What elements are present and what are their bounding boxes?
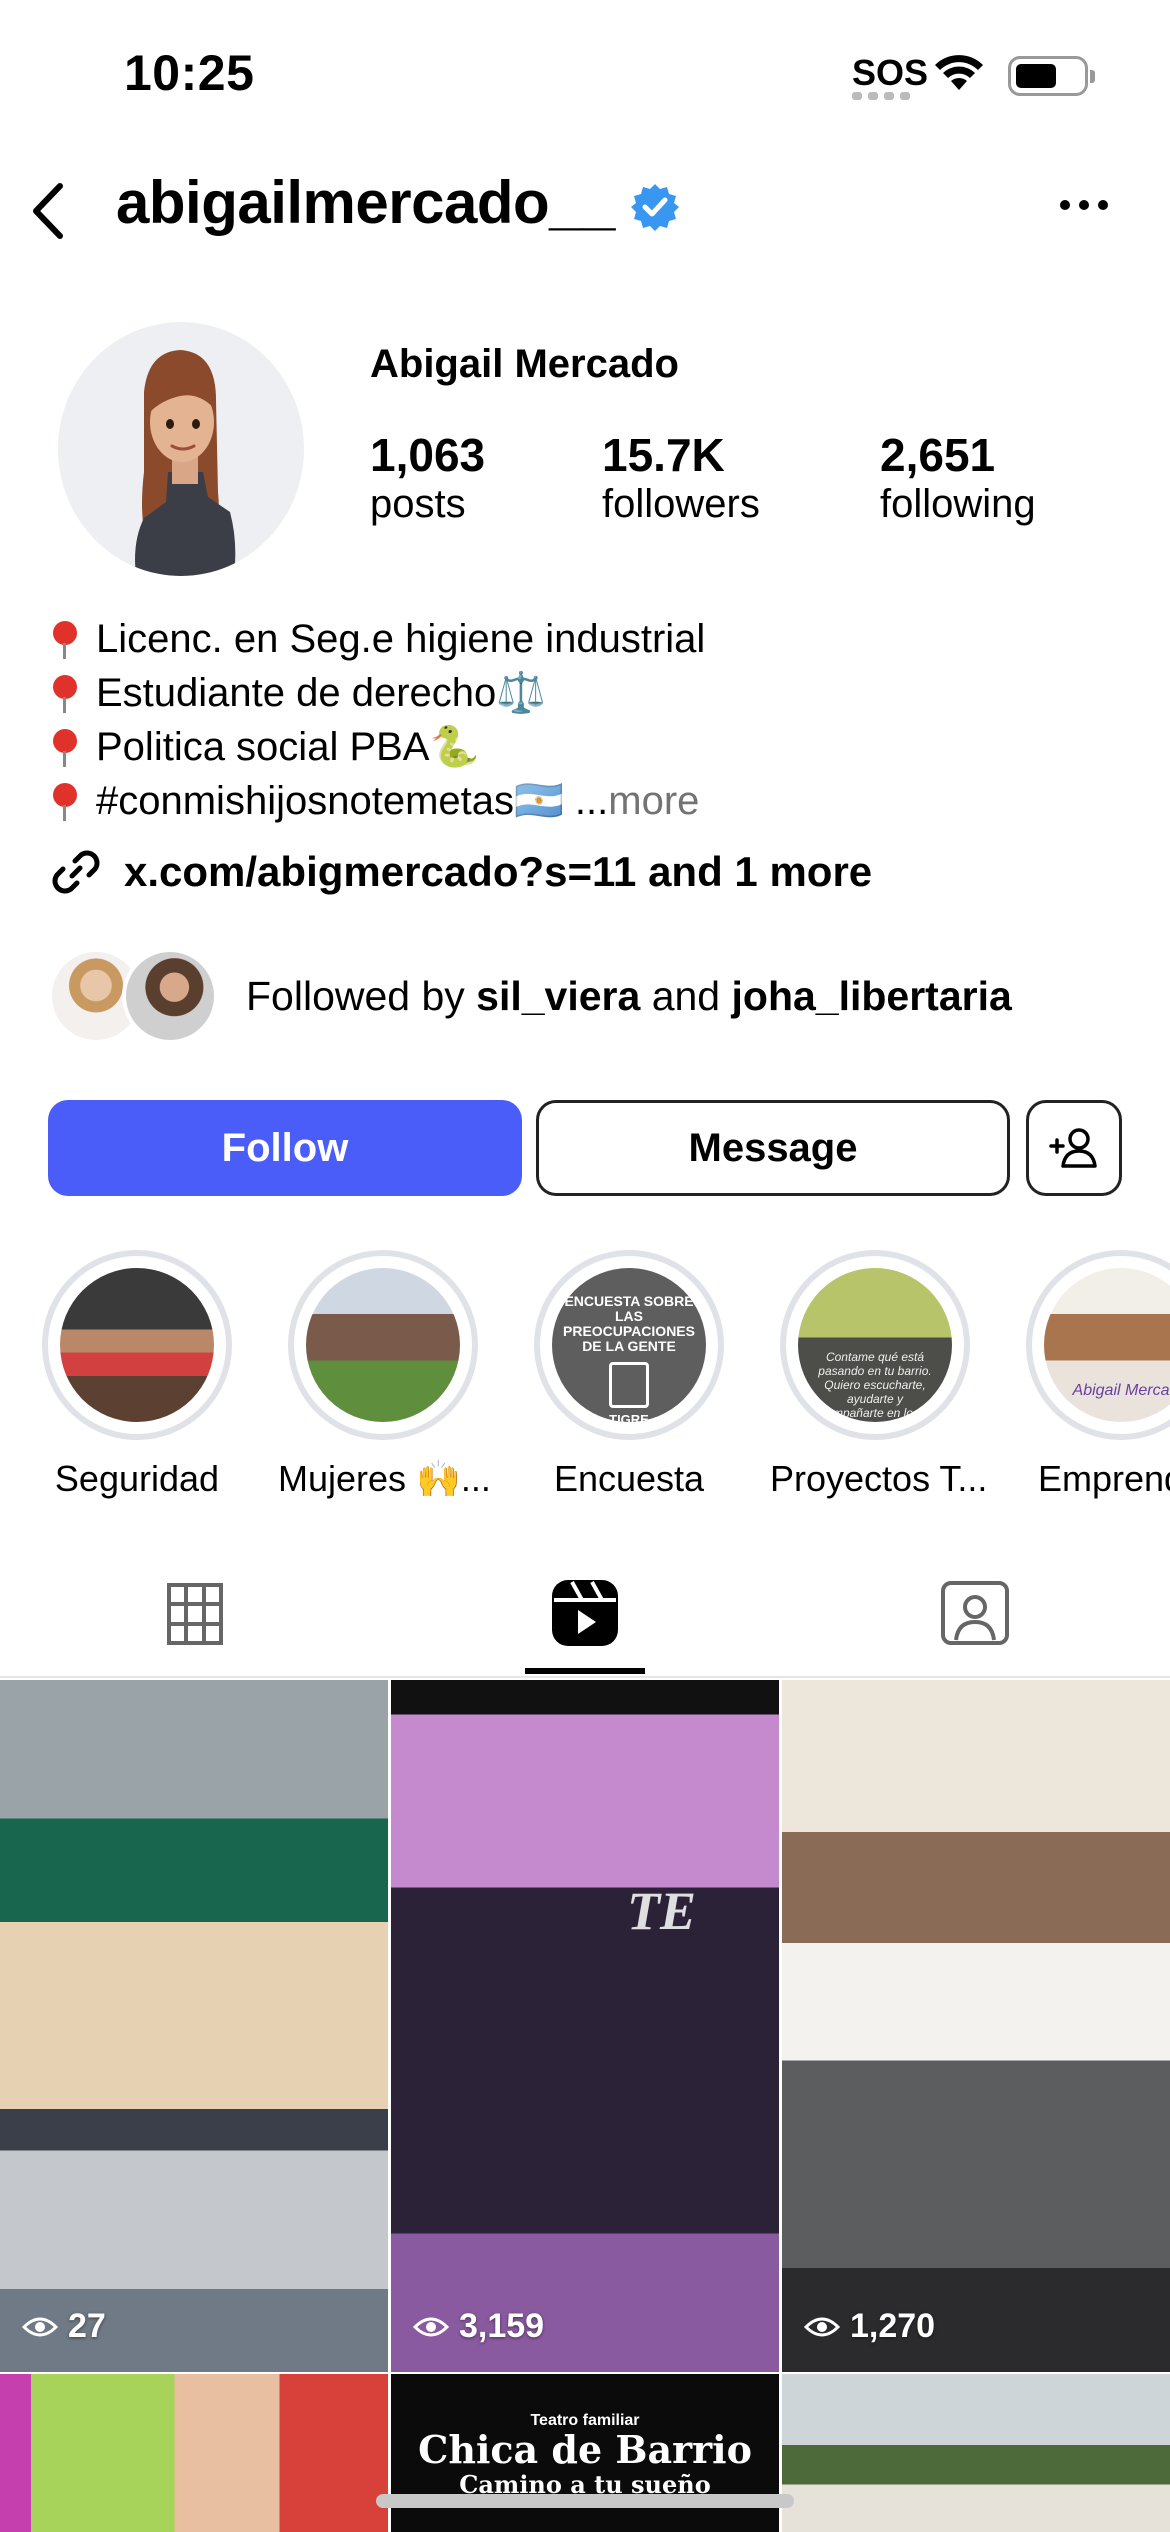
tab-tagged[interactable]	[940, 1580, 1010, 1646]
reel-thumbnail[interactable]: 27	[0, 1680, 388, 2372]
bio-text: Estudiante de derecho⚖️	[96, 671, 547, 715]
highlight-cover	[60, 1268, 214, 1422]
profile-link-text: x.com/abigmercado?s=11 and 1 more	[124, 848, 873, 895]
more-options-icon[interactable]	[1060, 200, 1108, 210]
highlight-ring	[288, 1250, 478, 1440]
home-indicator[interactable]	[376, 2494, 794, 2508]
reel-view-count: 1,270	[850, 2307, 936, 2345]
highlight-label: Seguridad	[54, 1458, 220, 1499]
bio-line: Estudiante de derecho⚖️	[50, 666, 705, 720]
highlight-cover	[306, 1268, 460, 1422]
reel-thumbnail[interactable]: Teatro familiar Chica de Barrio Camino a…	[391, 2374, 779, 2532]
bio-text: Politica social PBA🐍	[96, 725, 480, 769]
profile-avatar[interactable]	[58, 322, 304, 576]
followed-by-user: sil_viera	[476, 972, 641, 1019]
follower-avatar	[122, 948, 218, 1044]
highlight-item[interactable]: Abigail Merca Emprende	[1016, 1250, 1170, 1500]
back-chevron-icon[interactable]	[26, 180, 70, 242]
posts-label: posts	[370, 482, 466, 526]
followed-by[interactable]: Followed by sil_viera and joha_libertari…	[48, 948, 1012, 1044]
add-person-icon	[1049, 1128, 1097, 1168]
reel-thumbnail[interactable]: 1,270	[782, 1680, 1170, 2372]
highlight-cover: Abigail Merca	[1044, 1268, 1170, 1422]
bio-line: Licenc. en Seg.e higiene industrial	[50, 612, 705, 666]
highlight-item[interactable]: Seguridad	[32, 1250, 242, 1500]
sos-signal-icon	[852, 92, 910, 100]
reel-view-count: 27	[68, 2307, 106, 2345]
clipboard-icon	[609, 1362, 649, 1408]
followers-count: 15.7K	[602, 429, 725, 481]
following-stat[interactable]: 2,651 following	[880, 428, 1036, 527]
suggested-accounts-button[interactable]	[1026, 1100, 1122, 1196]
followers-label: followers	[602, 482, 760, 526]
active-tab-indicator	[525, 1668, 645, 1674]
posts-count: 1,063	[370, 429, 486, 481]
reel-view-count: 3,159	[459, 2307, 545, 2345]
bio-text: Licenc. en Seg.e higiene industrial	[96, 617, 706, 661]
highlight-item[interactable]: Contame qué está pasando en tu barrio. Q…	[770, 1250, 988, 1500]
profile-full-name: Abigail Mercado	[370, 342, 679, 386]
wifi-icon	[935, 55, 983, 90]
followed-by-text: Followed by sil_viera and joha_libertari…	[246, 972, 1012, 1019]
avatar-illustration	[135, 350, 236, 576]
following-label: following	[880, 482, 1036, 526]
reel-thumbnail[interactable]: TE 3,159	[391, 1680, 779, 2372]
highlight-label: Proyectos T...	[770, 1458, 988, 1499]
reel-views: 3,159	[413, 2307, 544, 2346]
message-button[interactable]: Message	[536, 1100, 1010, 1196]
reel-views: 1,270	[804, 2307, 935, 2346]
highlight-item[interactable]: ENCUESTA SOBRE LAS PREOCUPACIONES DE LA …	[524, 1250, 734, 1500]
bio-more-link[interactable]: more	[608, 774, 699, 828]
followed-by-user: joha_libertaria	[731, 972, 1012, 1019]
reel-thumbnail[interactable]	[782, 2374, 1170, 2532]
highlight-ring: Contame qué está pasando en tu barrio. Q…	[780, 1250, 970, 1440]
highlight-label: Emprende	[1037, 1458, 1170, 1499]
eye-icon	[804, 2317, 840, 2336]
status-time: 10:25	[124, 45, 255, 101]
bio-text: #conmishijosnotemetas🇦🇷 ...	[96, 779, 609, 823]
posts-stat[interactable]: 1,063 posts	[370, 428, 485, 527]
highlight-cover: Contame qué está pasando en tu barrio. Q…	[798, 1268, 952, 1422]
reel-views: 27	[22, 2307, 106, 2346]
eye-icon	[413, 2317, 449, 2336]
bio-line: Politica social PBA🐍	[50, 720, 705, 774]
verified-badge-icon	[631, 184, 679, 231]
pushpin-icon	[50, 781, 80, 821]
highlight-label: Encuesta	[553, 1458, 705, 1499]
pushpin-icon	[50, 727, 80, 767]
highlight-label: Mujeres 🙌...	[278, 1458, 491, 1499]
sos-indicator: SOS	[852, 52, 929, 93]
reel-thumbnail[interactable]	[0, 2374, 388, 2532]
tab-grid[interactable]	[166, 1582, 224, 1646]
highlight-ring: Abigail Merca	[1026, 1250, 1170, 1440]
pushpin-icon	[50, 673, 80, 713]
highlight-item[interactable]: Mujeres 🙌...	[278, 1250, 491, 1500]
profile-bio: Licenc. en Seg.e higiene industrial Estu…	[50, 612, 705, 828]
profile-link[interactable]: x.com/abigmercado?s=11 and 1 more	[48, 844, 872, 900]
link-icon	[52, 850, 100, 894]
bio-line: #conmishijosnotemetas🇦🇷 ... more	[50, 774, 705, 828]
eye-icon	[22, 2317, 58, 2336]
pushpin-icon	[50, 619, 80, 659]
profile-username: abigailmercado__	[116, 169, 615, 236]
highlight-ring: ENCUESTA SOBRE LAS PREOCUPACIONES DE LA …	[534, 1250, 724, 1440]
highlight-ring	[42, 1250, 232, 1440]
follow-button[interactable]: Follow	[48, 1100, 522, 1196]
battery-icon	[1008, 56, 1095, 96]
tab-reels[interactable]	[550, 1578, 620, 1648]
highlight-cover: ENCUESTA SOBRE LAS PREOCUPACIONES DE LA …	[552, 1268, 706, 1422]
followers-stat[interactable]: 15.7K followers	[602, 428, 760, 527]
following-count: 2,651	[880, 429, 996, 481]
